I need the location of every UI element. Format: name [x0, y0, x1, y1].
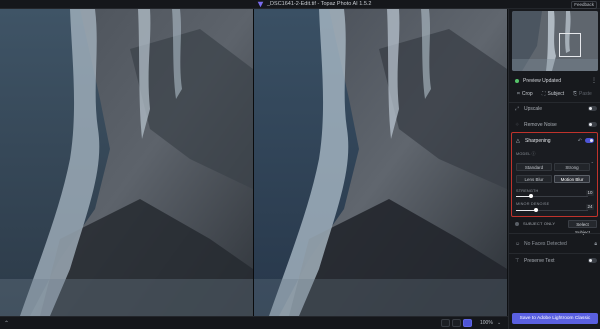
subject-button[interactable]: ⛶ Subject — [542, 90, 564, 98]
subject-only-row: SUBJECT ONLY Select Subject — [515, 220, 597, 235]
face-icon: ☺ — [515, 241, 521, 247]
zoom-level[interactable]: 100% — [480, 320, 493, 326]
split-view-button[interactable] — [463, 319, 472, 327]
preview-status: Preview Updated — [523, 78, 562, 84]
crop-button[interactable]: ⌗ Crop — [517, 90, 533, 98]
paste-icon: ⎘ — [573, 91, 578, 97]
preserve-text-row[interactable]: ⊤ Preserve Text — [515, 257, 597, 265]
navigator-thumbnail[interactable] — [512, 11, 598, 71]
preserve-text-toggle[interactable] — [588, 258, 597, 263]
divider — [509, 102, 600, 103]
paste-button[interactable]: ⎘ Paste — [573, 90, 592, 98]
remove-noise-row[interactable]: ⁘ Remove Noise — [515, 121, 597, 129]
face-recovery-row: ☺ No Faces Detected 🔒︎ — [515, 241, 597, 247]
more-options-icon[interactable]: ⋮ — [591, 77, 597, 85]
processed-image-pane[interactable] — [254, 9, 507, 316]
upscale-toggle[interactable] — [588, 106, 597, 111]
original-image-pane[interactable] — [0, 9, 253, 316]
waterfall-original-image — [0, 9, 253, 316]
window-title: _DSC1641-2-Edit.tif - Topaz Photo AI 1.5… — [267, 1, 372, 7]
model-label: MODEL ⓘ — [516, 152, 536, 156]
sharpening-header[interactable]: △ Sharpening ↶ — [516, 137, 594, 145]
upscale-icon: ⤢ — [515, 106, 520, 112]
divider — [509, 253, 600, 254]
adjustments-panel: Preview Updated ⋮ ⌗ Crop ⛶ Subject ⎘ Paste … — [508, 9, 600, 329]
strength-label: STRENGTH — [516, 189, 539, 193]
model-strong[interactable]: Strong — [554, 163, 590, 171]
minor-denoise-label: MINOR DENOISE — [516, 202, 550, 206]
crop-icon: ⌗ — [517, 91, 520, 97]
noise-icon: ⁘ — [515, 122, 520, 128]
save-to-lightroom-button[interactable]: Save to Adobe Lightroom Classic — [512, 313, 598, 324]
text-icon: ⊤ — [515, 258, 520, 264]
strength-slider-knob[interactable] — [529, 194, 533, 198]
feedback-button[interactable]: Feedback — [571, 1, 597, 9]
chevron-down-icon[interactable]: ⌄ — [591, 159, 594, 164]
single-view-button[interactable] — [441, 319, 450, 327]
lock-icon: 🔒︎ — [594, 241, 597, 247]
waterfall-processed-image — [254, 9, 507, 316]
model-motion-blur[interactable]: Motion Blur — [554, 175, 590, 183]
subject-dot-icon — [515, 222, 519, 226]
viewport-indicator[interactable] — [559, 33, 581, 57]
status-dot-icon — [515, 79, 519, 83]
preview-status-row: Preview Updated ⋮ — [515, 77, 597, 85]
strength-slider[interactable] — [516, 194, 588, 198]
thumbnail-image — [512, 11, 598, 71]
model-standard[interactable]: Standard — [516, 163, 552, 171]
reset-icon[interactable]: ↶ — [578, 137, 582, 145]
remove-noise-toggle[interactable] — [588, 122, 597, 127]
side-by-side-button[interactable] — [452, 319, 461, 327]
sharpen-icon: △ — [516, 138, 520, 144]
divider — [509, 233, 600, 234]
chevron-down-icon[interactable]: ⌄ — [497, 320, 501, 326]
subject-icon: ⛶ — [542, 91, 546, 97]
select-subject-button[interactable]: Select Subject — [568, 220, 597, 235]
sharpening-toggle[interactable] — [585, 138, 594, 143]
sharpening-card: △ Sharpening ↶ MODEL ⓘ Standard Strong ⌄… — [511, 132, 598, 217]
title-bar: _DSC1641-2-Edit.tif - Topaz Photo AI 1.5… — [0, 0, 600, 9]
minor-denoise-slider[interactable] — [516, 208, 588, 212]
upscale-row[interactable]: ⤢ Upscale — [515, 105, 597, 113]
app-logo-icon — [257, 1, 264, 8]
minor-denoise-slider-knob[interactable] — [534, 208, 538, 212]
expand-icon[interactable]: ⌃ — [4, 320, 9, 327]
model-lens-blur[interactable]: Lens Blur — [516, 175, 552, 183]
tools-row: ⌗ Crop ⛶ Subject ⎘ Paste — [515, 90, 597, 98]
bottom-toolbar: ⌃ 100% ⌄ — [0, 316, 508, 329]
